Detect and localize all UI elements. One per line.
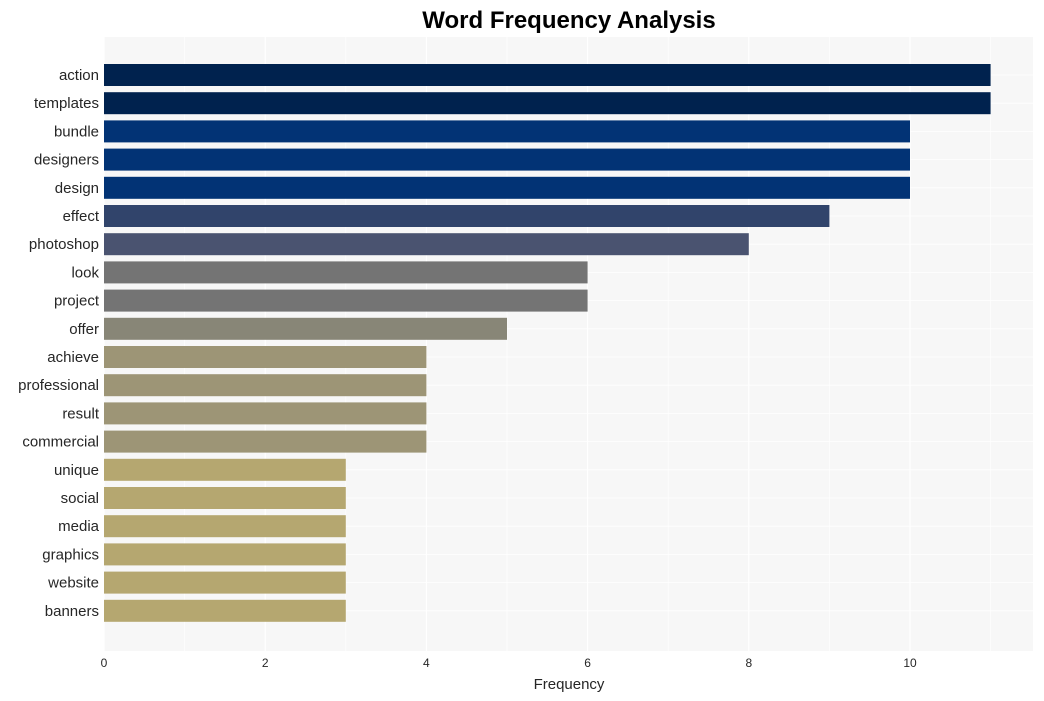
y-label-commercial: commercial: [22, 434, 99, 451]
word-frequency-chart: action templates bundle designers design effe…: [18, 7, 1033, 693]
chart-title: Word Frequency Analysis: [422, 7, 715, 34]
bar-achieve: [104, 346, 427, 368]
x-tick-4: 4: [423, 656, 430, 670]
y-label-designers: designers: [34, 152, 99, 169]
x-tick-2: 2: [262, 656, 269, 670]
y-label-bundle: bundle: [54, 123, 99, 140]
bar-graphics: [104, 543, 346, 566]
bar-project: [104, 289, 588, 312]
x-tick-6: 6: [584, 656, 591, 670]
x-tick-8: 8: [745, 656, 752, 670]
bar-effect: [104, 205, 830, 227]
bar-website: [104, 571, 346, 594]
bar-templates: [104, 92, 991, 115]
y-label-offer: offer: [69, 321, 99, 338]
bar-bundle: [104, 120, 910, 143]
y-label-look: look: [71, 264, 99, 281]
bar-photoshop: [104, 233, 749, 256]
bar-commercial: [104, 430, 427, 453]
y-label-banners: banners: [45, 603, 99, 620]
y-label-design: design: [55, 180, 99, 197]
y-label-effect: effect: [63, 208, 100, 225]
y-label-social: social: [61, 490, 99, 507]
y-label-project: project: [54, 293, 100, 310]
bar-result: [104, 402, 427, 425]
bar-social: [104, 487, 346, 509]
y-label-templates: templates: [34, 95, 99, 112]
y-label-action: action: [59, 67, 99, 84]
y-label-photoshop: photoshop: [29, 236, 99, 253]
x-tick-10: 10: [903, 656, 917, 670]
bar-professional: [104, 374, 427, 397]
bar-design: [104, 176, 910, 199]
y-label-achieve: achieve: [47, 349, 99, 366]
y-label-professional: professional: [18, 377, 99, 394]
bar-unique: [104, 458, 346, 481]
bar-banners: [104, 599, 346, 622]
y-axis-labels: action templates bundle designers design effe…: [18, 67, 100, 620]
bar-action: [104, 64, 991, 86]
bar-offer: [104, 317, 507, 340]
bar-media: [104, 515, 346, 538]
x-axis-ticks: 0 2 4 6 8 10: [101, 656, 917, 670]
bar-designers: [104, 148, 910, 171]
x-tick-0: 0: [101, 656, 108, 670]
x-axis-label: Frequency: [534, 676, 605, 693]
y-label-graphics: graphics: [42, 546, 99, 563]
y-label-result: result: [62, 405, 100, 422]
bar-look: [104, 261, 588, 284]
y-label-unique: unique: [54, 462, 99, 479]
y-label-media: media: [58, 518, 100, 535]
y-label-website: website: [47, 575, 99, 592]
